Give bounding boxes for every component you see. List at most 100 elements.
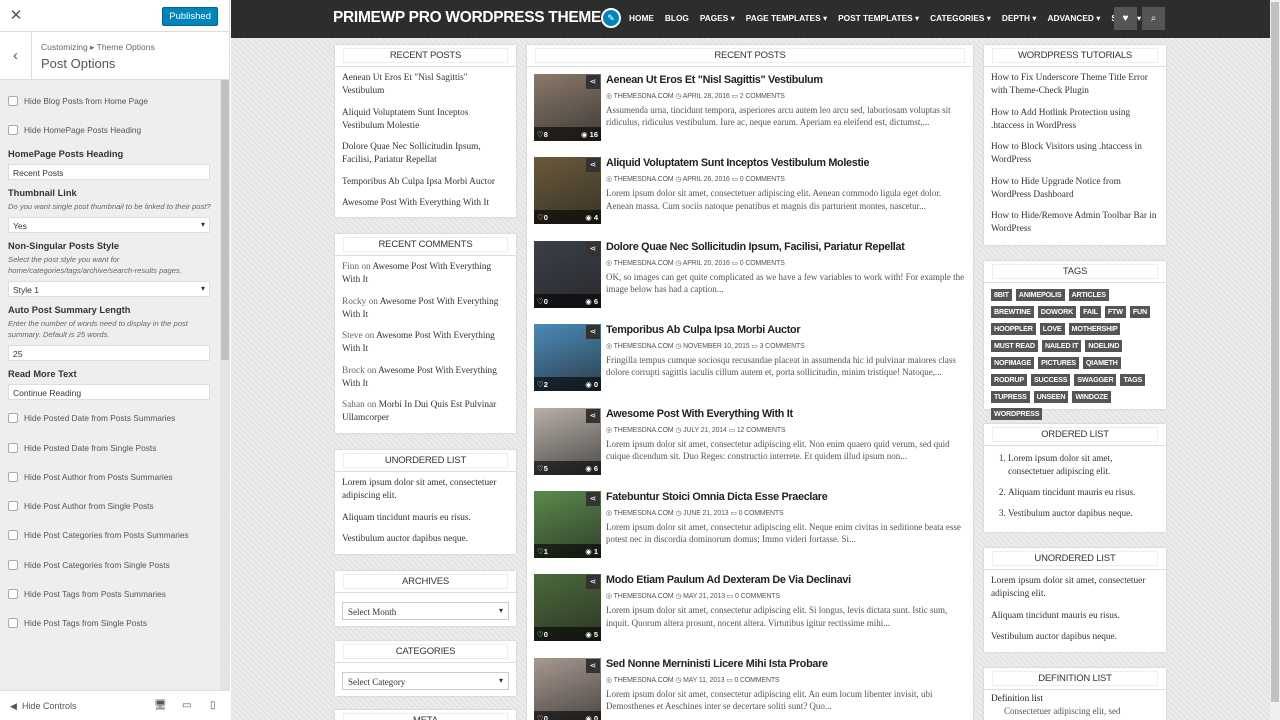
post-title[interactable]: Dolore Quae Nec Sollicitudin Ipsum, Faci… xyxy=(606,241,905,253)
search-icon[interactable]: ⌕ xyxy=(1142,7,1165,30)
checkbox[interactable] xyxy=(8,95,18,106)
desktop-preview-icon[interactable]: 🖥 xyxy=(154,700,167,711)
post-date[interactable]: JULY 21, 2014 xyxy=(683,427,727,434)
comment-author[interactable]: Steve xyxy=(342,331,363,341)
tag-link[interactable]: SUCCESS xyxy=(1030,374,1071,386)
nav-item-post-templates[interactable]: POST TEMPLATES ▾ xyxy=(838,13,919,23)
post-author[interactable]: THEMESDNA.COM xyxy=(614,427,674,434)
share-icon[interactable]: ⋖ xyxy=(586,408,600,423)
post-author[interactable]: THEMESDNA.COM xyxy=(614,593,674,600)
post-date[interactable]: APRIL 26, 2016 xyxy=(683,176,730,183)
share-icon[interactable]: ⋖ xyxy=(586,658,600,673)
post-thumbnail[interactable]: ⋖ ♡0 ◉ 0 xyxy=(534,657,601,720)
tag-link[interactable]: MOTHERSHIP xyxy=(1068,323,1121,335)
tag-link[interactable]: BREWTINE xyxy=(991,306,1034,318)
checkbox[interactable] xyxy=(8,559,18,570)
tag-link[interactable]: WORDPRESS xyxy=(991,408,1043,420)
tag-link[interactable]: RODRUP xyxy=(991,374,1027,386)
share-icon[interactable]: ⋖ xyxy=(586,325,600,340)
heart-icon[interactable]: ♥ xyxy=(1114,7,1137,30)
post-title[interactable]: Temporibus Ab Culpa Ipsa Morbi Auctor xyxy=(606,324,801,336)
back-arrow-icon[interactable]: ‹ xyxy=(0,32,32,80)
tag-link[interactable]: UNSEEN xyxy=(1033,391,1069,403)
share-icon[interactable]: ⋖ xyxy=(586,158,600,173)
post-comments[interactable]: 0 COMMENTS xyxy=(739,510,784,517)
nav-item-advanced[interactable]: ADVANCED ▾ xyxy=(1047,13,1100,23)
nav-item-depth[interactable]: DEPTH ▾ xyxy=(1002,13,1037,23)
hide-controls-button[interactable]: ◀ Hide Controls xyxy=(10,701,76,712)
panel-scrollbar[interactable] xyxy=(220,80,230,690)
checkbox-option[interactable]: Hide Posted Date from Posts Summaries xyxy=(8,404,212,433)
checkbox-option[interactable]: Hide Post Author from Posts Summaries xyxy=(8,462,212,491)
share-icon[interactable]: ⋖ xyxy=(586,75,600,89)
publish-button[interactable]: Published xyxy=(162,7,218,26)
post-comments[interactable]: 2 COMMENTS xyxy=(740,93,785,100)
comment-post-link[interactable]: Morbi In Dui Quis Est Pulvinar Ullamcorp… xyxy=(342,400,496,423)
checkbox-option[interactable]: Hide Post Tags from Posts Summaries xyxy=(8,579,212,608)
post-date[interactable]: NOVEMBER 10, 2015 xyxy=(683,343,750,350)
checkbox-option[interactable]: Hide Post Tags from Single Posts xyxy=(8,609,212,638)
tag-link[interactable]: HOOPPLER xyxy=(991,323,1036,335)
post-title[interactable]: Awesome Post With Everything With It xyxy=(606,408,793,420)
thumbnail-link-select[interactable]: Yes xyxy=(8,216,210,233)
post-comments[interactable]: 12 COMMENTS xyxy=(737,427,786,434)
tablet-preview-icon[interactable]: ▭ xyxy=(182,700,191,711)
read-more-input[interactable]: Continue Reading xyxy=(8,383,210,400)
post-title[interactable]: Aliquid Voluptatem Sunt Inceptos Vestibu… xyxy=(606,157,869,169)
post-date[interactable]: MAY 21, 2013 xyxy=(683,593,725,600)
checkbox[interactable] xyxy=(8,589,18,600)
tag-link[interactable]: QIAMETH xyxy=(1082,357,1121,369)
tag-link[interactable]: ANIMEPOLIS xyxy=(1015,289,1065,301)
checkbox[interactable] xyxy=(8,618,18,629)
tag-link[interactable]: DOWORK xyxy=(1037,306,1077,318)
checkbox[interactable] xyxy=(8,413,18,424)
tag-link[interactable]: FAIL xyxy=(1080,306,1101,318)
tag-link[interactable]: MUST READ xyxy=(991,340,1038,352)
post-author[interactable]: THEMESDNA.COM xyxy=(614,510,674,517)
comment-post-link[interactable]: Awesome Post With Everything With It xyxy=(342,297,498,320)
post-date[interactable]: APRIL 28, 2016 xyxy=(683,93,730,100)
post-thumbnail[interactable]: ⋖ ♡0 ◉ 4 xyxy=(534,157,601,225)
post-comments[interactable]: 0 COMMENTS xyxy=(740,260,785,267)
tag-link[interactable]: ARTICLES xyxy=(1068,289,1109,301)
tutorial-link[interactable]: How to Hide Upgrade Notice from WordPres… xyxy=(991,176,1159,202)
share-icon[interactable]: ⋖ xyxy=(586,241,600,256)
comment-post-link[interactable]: Awesome Post With Everything With It xyxy=(342,366,497,389)
posts-style-select[interactable]: Style 1 xyxy=(8,280,210,297)
tag-link[interactable]: NOFIMAGE xyxy=(991,357,1035,369)
comment-author[interactable]: Rocky xyxy=(342,297,366,307)
edit-pencil-icon[interactable]: ✎ xyxy=(601,8,621,28)
post-title[interactable]: Aenean Ut Eros Et "Nisl Sagittis" Vestib… xyxy=(606,74,823,86)
comment-author[interactable]: Brock xyxy=(342,366,365,376)
share-icon[interactable]: ⋖ xyxy=(586,575,600,590)
checkbox-option[interactable]: Hide Post Categories from Single Posts xyxy=(8,550,212,579)
post-author[interactable]: THEMESDNA.COM xyxy=(614,176,674,183)
post-thumbnail[interactable]: ⋖ ♡1 ◉ 1 xyxy=(534,491,601,558)
comment-author[interactable]: Sahan xyxy=(342,400,365,410)
post-title[interactable]: Modo Etiam Paulum Ad Dexteram De Via Dec… xyxy=(606,574,851,586)
checkbox-option[interactable]: Hide Posted Date from Single Posts xyxy=(8,433,212,462)
recent-post-link[interactable]: Dolore Quae Nec Sollicitudin Ipsum, Faci… xyxy=(342,141,509,167)
post-date[interactable]: APRIL 20, 2016 xyxy=(683,260,730,267)
tag-link[interactable]: FTW xyxy=(1104,306,1126,318)
post-comments[interactable]: 0 COMMENTS xyxy=(734,677,779,684)
post-thumbnail[interactable]: ⋖ ♡8 ◉ 16 xyxy=(534,74,601,141)
tutorial-link[interactable]: How to Hide/Remove Admin Toolbar Bar in … xyxy=(991,210,1159,236)
checkbox-option[interactable]: Hide Post Author from Single Posts xyxy=(8,491,212,520)
post-comments[interactable]: 3 COMMENTS xyxy=(760,343,805,350)
tag-link[interactable]: SWAGGER xyxy=(1074,374,1117,386)
tag-link[interactable]: LOVE xyxy=(1039,323,1065,335)
tag-link[interactable]: TAGS xyxy=(1120,374,1146,386)
summary-length-input[interactable]: 25 xyxy=(8,344,210,361)
recent-post-link[interactable]: Aliquid Voluptatem Sunt Inceptos Vestibu… xyxy=(342,107,509,133)
post-title[interactable]: Fatebuntur Stoici Omnia Dicta Esse Praec… xyxy=(606,491,828,503)
post-comments[interactable]: 0 COMMENTS xyxy=(740,176,785,183)
post-date[interactable]: MAY 11, 2013 xyxy=(683,677,724,684)
post-thumbnail[interactable]: ⋖ ♡0 ◉ 5 xyxy=(534,574,601,642)
tutorial-link[interactable]: How to Add Hotlink Protection using .hta… xyxy=(991,107,1159,133)
homepage-heading-input[interactable]: Recent Posts xyxy=(8,163,210,180)
categories-select[interactable]: Select Category xyxy=(342,672,509,690)
post-author[interactable]: THEMESDNA.COM xyxy=(614,260,674,267)
checkbox-option[interactable]: Hide Post Categories from Posts Summarie… xyxy=(8,521,212,550)
nav-item-pages[interactable]: PAGES ▾ xyxy=(700,13,735,23)
